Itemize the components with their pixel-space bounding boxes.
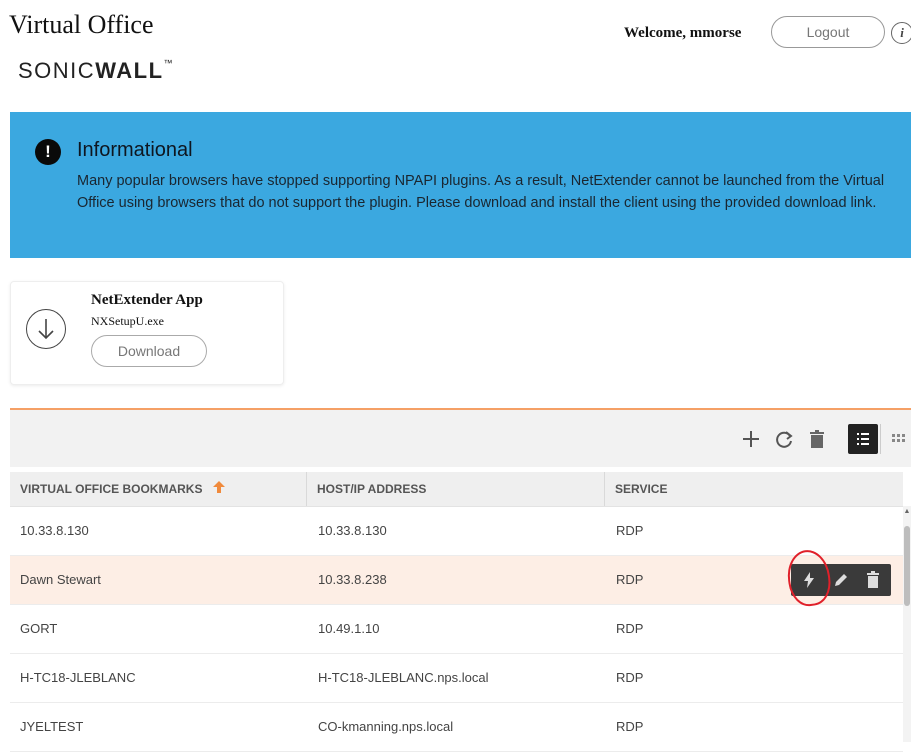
informational-banner: ! Informational Many popular browsers ha…: [10, 112, 911, 258]
host-address: 10.33.8.130: [318, 523, 387, 538]
sort-up-arrow-icon[interactable]: [212, 473, 226, 507]
table-row[interactable]: JYELTEST CO-kmanning.nps.local RDP: [10, 703, 903, 752]
bookmarks-table: VIRTUAL OFFICE BOOKMARKS HOST/IP ADDRESS…: [10, 472, 903, 752]
bookmark-name: H-TC18-JLEBLANC: [20, 670, 136, 685]
welcome-text: Welcome, mmorse: [624, 25, 742, 41]
column-header-service[interactable]: SERVICE: [604, 472, 903, 506]
host-address: 10.33.8.238: [318, 572, 387, 587]
table-row[interactable]: H-TC18-JLEBLANC H-TC18-JLEBLANC.nps.loca…: [10, 654, 903, 703]
table-row-highlighted[interactable]: Dawn Stewart 10.33.8.238 RDP: [10, 547, 903, 609]
logo-text-wall: WALL: [95, 58, 164, 83]
app-title: Virtual Office: [9, 10, 154, 39]
alert-icon: !: [35, 139, 61, 165]
logo-text-sonic: SONIC: [18, 58, 96, 83]
table-row[interactable]: 10.33.8.130 10.33.8.130 RDP: [10, 507, 903, 556]
delete-icon[interactable]: [863, 570, 883, 590]
netextender-download-card: NetExtender App NXSetupU.exe Download: [10, 281, 284, 385]
info-icon[interactable]: i: [891, 22, 911, 44]
row-action-bar: [791, 564, 891, 596]
scroll-up-arrow-icon[interactable]: ▲: [903, 508, 911, 516]
file-name: NXSetupU.exe: [91, 314, 164, 328]
table-scrollbar[interactable]: ▲: [903, 506, 911, 742]
host-address: CO-kmanning.nps.local: [318, 719, 454, 734]
host-address: H-TC18-JLEBLANC.nps.local: [318, 670, 489, 685]
column-header-label: VIRTUAL OFFICE BOOKMARKS: [20, 482, 203, 496]
table-header: VIRTUAL OFFICE BOOKMARKS HOST/IP ADDRESS…: [10, 472, 903, 507]
table-row[interactable]: GORT 10.49.1.10 RDP: [10, 605, 903, 654]
service-type: RDP: [616, 670, 644, 685]
service-type: RDP: [616, 621, 644, 636]
banner-message: Many popular browsers have stopped suppo…: [77, 173, 885, 211]
bookmark-name: GORT: [20, 621, 58, 636]
bookmark-name: 10.33.8.130: [20, 523, 89, 538]
logo-trademark: ™: [163, 58, 175, 68]
service-type: RDP: [616, 523, 644, 538]
bookmark-name: Dawn Stewart: [20, 572, 101, 587]
scroll-thumb[interactable]: [904, 526, 910, 606]
logout-button[interactable]: Logout: [771, 16, 885, 48]
grid-view-icon[interactable]: [887, 428, 909, 450]
refresh-icon[interactable]: [773, 428, 795, 450]
bookmarks-toolbar: [10, 410, 911, 467]
launch-icon[interactable]: [799, 570, 819, 590]
list-view-icon[interactable]: [848, 424, 878, 454]
delete-icon[interactable]: [806, 428, 828, 450]
column-header-host[interactable]: HOST/IP ADDRESS: [306, 472, 604, 506]
service-type: RDP: [616, 572, 644, 587]
download-arrow-icon[interactable]: [26, 309, 66, 349]
app-name: NetExtender App: [91, 292, 203, 308]
host-address: 10.49.1.10: [318, 621, 380, 636]
column-header-bookmarks[interactable]: VIRTUAL OFFICE BOOKMARKS: [10, 472, 306, 506]
bookmark-name: JYELTEST: [20, 719, 84, 734]
view-separator: [880, 424, 881, 454]
add-icon[interactable]: [740, 428, 762, 450]
edit-icon[interactable]: [831, 570, 851, 590]
download-button[interactable]: Download: [91, 335, 207, 367]
service-type: RDP: [616, 719, 644, 734]
sonicwall-logo: SONICWALL™: [18, 58, 174, 84]
banner-title: Informational: [77, 139, 193, 161]
